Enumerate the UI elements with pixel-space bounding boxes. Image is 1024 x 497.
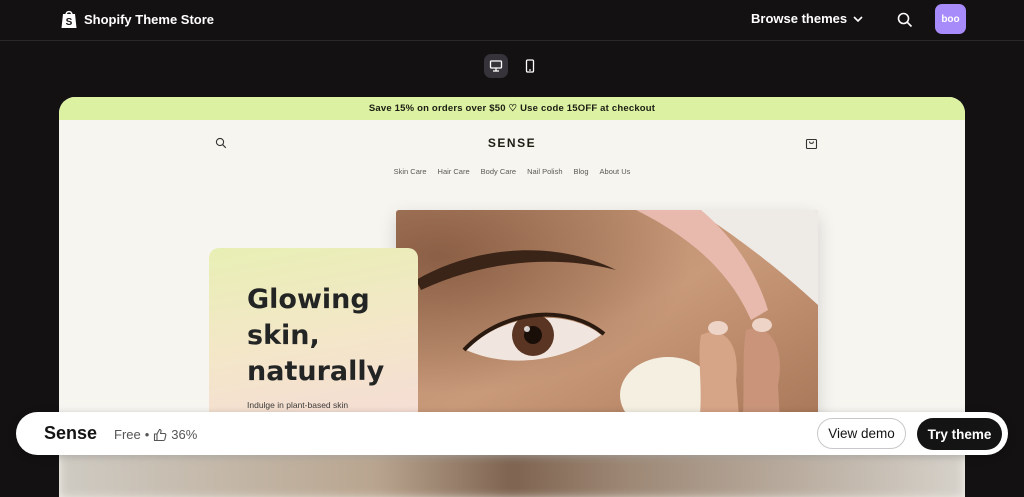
shopify-bag-icon: S [61, 10, 77, 28]
nav-item-body-care[interactable]: Body Care [481, 167, 516, 176]
desktop-view-toggle[interactable] [484, 54, 508, 78]
thumbs-up-icon [154, 428, 167, 441]
price-label: Free [114, 427, 141, 442]
blurred-section [59, 454, 965, 497]
try-theme-button[interactable]: Try theme [917, 418, 1002, 450]
top-nav: S Shopify Theme Store Browse themes boo [0, 0, 1024, 41]
store-brand[interactable]: SENSE [59, 136, 965, 150]
nav-item-nail-polish[interactable]: Nail Polish [527, 167, 562, 176]
rating-label: 36% [171, 427, 198, 442]
chevron-down-icon [853, 15, 863, 22]
mobile-icon [525, 59, 535, 73]
nav-item-hair-care[interactable]: Hair Care [438, 167, 470, 176]
nav-item-about-us[interactable]: About Us [600, 167, 631, 176]
user-avatar[interactable]: boo [935, 4, 966, 34]
browse-themes-label: Browse themes [751, 11, 848, 26]
nav-item-skin-care[interactable]: Skin Care [394, 167, 427, 176]
meta-separator: • [144, 427, 150, 442]
announcement-bar: Save 15% on orders over $50 ♡ Use code 1… [59, 97, 965, 120]
cart-icon[interactable] [805, 136, 818, 150]
theme-meta: Free • 36% [114, 427, 197, 442]
store-nav: Skin Care Hair Care Body Care Nail Polis… [59, 167, 965, 176]
shopify-logo[interactable]: S Shopify Theme Store [60, 9, 214, 29]
nav-item-blog[interactable]: Blog [574, 167, 589, 176]
logo-text: Shopify Theme Store [84, 11, 215, 27]
svg-text:S: S [66, 17, 73, 28]
theme-action-bar: Sense Free • 36% View demo Try theme [16, 412, 1008, 455]
mobile-view-toggle[interactable] [518, 54, 542, 78]
view-demo-button[interactable]: View demo [817, 418, 906, 449]
search-icon[interactable] [896, 11, 914, 29]
desktop-icon [489, 60, 503, 72]
hero-subtitle: Indulge in plant-based skin [247, 400, 349, 410]
hero-image [396, 210, 818, 440]
hero-title: Glowing skin, naturally [247, 284, 385, 387]
theme-name: Sense [44, 423, 98, 443]
browse-themes-menu[interactable]: Browse themes [751, 11, 863, 26]
